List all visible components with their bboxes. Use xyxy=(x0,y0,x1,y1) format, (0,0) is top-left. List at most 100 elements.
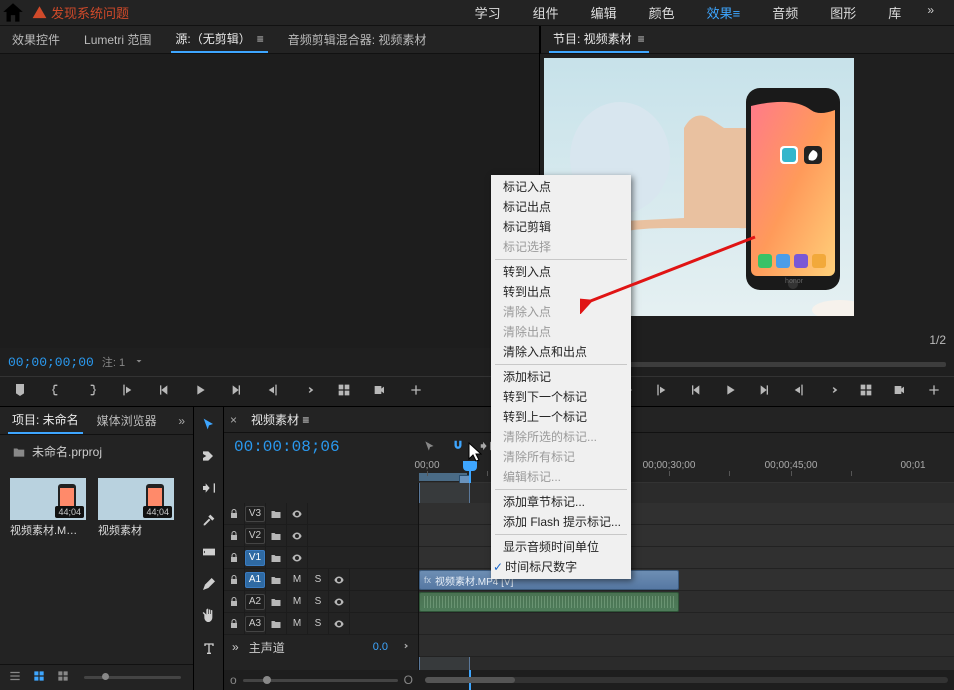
ctx-item-9[interactable]: 清除入点和出点 xyxy=(491,342,631,362)
track-v1[interactable]: V1 xyxy=(224,547,418,569)
track-v2[interactable]: V2 xyxy=(224,525,418,547)
lock-icon xyxy=(228,508,240,520)
ctx-item-15: 清除所有标记 xyxy=(491,447,631,467)
home-button[interactable] xyxy=(0,0,26,26)
add-marker-icon[interactable] xyxy=(12,382,28,401)
svg-text:honor: honor xyxy=(785,278,804,285)
source-timecode[interactable]: 00;00;00;00 xyxy=(8,355,94,370)
pg-step-fwd-icon[interactable] xyxy=(756,382,772,401)
pg-play-icon[interactable] xyxy=(722,382,738,401)
warning-text: 发现系统问题 xyxy=(51,3,129,22)
timeline-timecode[interactable]: 00:00:08;06 xyxy=(224,438,419,456)
tab-source[interactable]: 源:（无剪辑）≡ xyxy=(171,26,267,53)
timeline-hscroll[interactable] xyxy=(419,670,954,690)
pg-step-back-icon[interactable] xyxy=(688,382,704,401)
ctx-item-13[interactable]: 转到上一个标记 xyxy=(491,407,631,427)
tab-audio-mixer[interactable]: 音频剪辑混合器: 视频素材 xyxy=(284,27,431,52)
ctx-item-8: 清除出点 xyxy=(491,322,631,342)
type-tool[interactable] xyxy=(198,637,220,659)
track-a2[interactable]: A2 M S xyxy=(224,591,418,613)
play-icon[interactable] xyxy=(192,382,208,401)
selection-tool[interactable] xyxy=(198,413,220,435)
scale-down-icon xyxy=(133,355,145,370)
icon-view-icon[interactable] xyxy=(32,669,46,686)
pen-tool[interactable] xyxy=(198,573,220,595)
track-select-tool[interactable] xyxy=(198,445,220,467)
ws-audio[interactable]: 音频 xyxy=(756,0,814,28)
timeline-zoom[interactable]: oO xyxy=(224,670,419,690)
pg-lift-icon[interactable] xyxy=(824,382,840,401)
source-scale[interactable]: 注: 1 xyxy=(102,354,125,370)
list-view-icon[interactable] xyxy=(8,669,22,686)
track-a3[interactable]: A3 M S xyxy=(224,613,418,635)
ctx-item-1[interactable]: 标记出点 xyxy=(491,197,631,217)
fx-badge-icon: fx xyxy=(424,575,431,585)
pg-export-frame-icon[interactable] xyxy=(892,382,908,401)
tab-project[interactable]: 项目: 未命名 xyxy=(8,407,83,434)
go-out-icon[interactable] xyxy=(264,382,280,401)
ctx-item-19[interactable]: 添加 Flash 提示标记... xyxy=(491,512,631,532)
tab-lumetri[interactable]: Lumetri 范围 xyxy=(80,27,155,52)
snap-icon[interactable] xyxy=(451,439,465,456)
ctx-item-18[interactable]: 添加章节标记... xyxy=(491,492,631,512)
ctx-item-21[interactable]: 显示音频时间单位 xyxy=(491,537,631,557)
ripple-edit-tool[interactable] xyxy=(198,477,220,499)
project-file-row[interactable]: 未命名.prproj xyxy=(6,441,187,462)
tab-effect-controls[interactable]: 效果控件 xyxy=(8,27,64,52)
system-warning[interactable]: 发现系统问题 xyxy=(26,3,135,22)
workspace-menu: 学习 组件 编辑 颜色 效果≡ 音频 图形 库 » xyxy=(459,0,954,28)
pg-extract-icon[interactable] xyxy=(858,382,874,401)
bin-item-1[interactable]: 44;04 视频素材 xyxy=(98,478,174,538)
export-frame-icon[interactable] xyxy=(372,382,388,401)
audio-clip-a1[interactable] xyxy=(419,592,679,612)
bin-0-dur: 44;04 xyxy=(55,506,84,518)
ctx-item-0[interactable]: 标记入点 xyxy=(491,177,631,197)
insert-icon[interactable] xyxy=(300,382,316,401)
button-editor-icon[interactable] xyxy=(408,382,424,401)
ctx-item-12[interactable]: 转到下一个标记 xyxy=(491,387,631,407)
pg-button-editor-icon[interactable] xyxy=(926,382,942,401)
ctx-item-22[interactable]: 时间标尺数字 xyxy=(491,557,631,577)
step-back-icon[interactable] xyxy=(156,382,172,401)
tab-media-browser[interactable]: 媒体浏览器 xyxy=(93,408,161,433)
pg-go-out-icon[interactable] xyxy=(790,382,806,401)
project-overflow[interactable]: » xyxy=(178,414,185,428)
mark-in-icon[interactable] xyxy=(48,382,64,401)
hand-tool[interactable] xyxy=(198,605,220,627)
bin-item-0[interactable]: 44;04 视频素材.M… xyxy=(10,478,86,538)
ctx-item-16: 编辑标记... xyxy=(491,467,631,487)
warning-icon xyxy=(32,5,47,20)
tool-column xyxy=(194,407,224,690)
project-pane: 项目: 未命名 媒体浏览器 » 未命名.prproj 44;04 视频素材.M… xyxy=(0,407,194,690)
program-res[interactable]: 1/2 xyxy=(929,333,946,347)
mark-out-icon[interactable] xyxy=(84,382,100,401)
ws-learn[interactable]: 学习 xyxy=(459,0,517,28)
freeform-view-icon[interactable] xyxy=(56,669,70,686)
ws-assembly[interactable]: 组件 xyxy=(517,0,575,28)
razor-tool[interactable] xyxy=(198,509,220,531)
mouse-cursor-icon xyxy=(468,442,484,462)
source-transport xyxy=(0,376,539,406)
master-track[interactable]: »主声道 0.0 xyxy=(224,635,418,659)
go-in-icon[interactable] xyxy=(120,382,136,401)
slip-tool[interactable] xyxy=(198,541,220,563)
overwrite-icon[interactable] xyxy=(336,382,352,401)
pg-go-in-icon[interactable] xyxy=(654,382,670,401)
annotation-arrow xyxy=(580,232,760,314)
tab-program[interactable]: 节目: 视频素材≡ xyxy=(549,26,649,53)
ws-overflow[interactable]: » xyxy=(917,0,944,28)
ws-graphics[interactable]: 图形 xyxy=(814,0,872,28)
ws-library[interactable]: 库 xyxy=(872,0,917,28)
ws-color[interactable]: 颜色 xyxy=(633,0,691,28)
track-v3[interactable]: V3 xyxy=(224,503,418,525)
ws-editing[interactable]: 编辑 xyxy=(575,0,633,28)
track-headers: V3 V2 V1 A1 xyxy=(224,483,419,670)
source-pane: 效果控件 Lumetri 范围 源:（无剪辑）≡ 音频剪辑混合器: 视频素材 0… xyxy=(0,26,540,406)
bin-0-name: 视频素材.M… xyxy=(10,522,86,538)
ctx-item-11[interactable]: 添加标记 xyxy=(491,367,631,387)
insert-program-icon[interactable] xyxy=(423,439,437,456)
timeline-tab[interactable]: 视频素材 ≡ xyxy=(245,407,315,432)
ws-effects[interactable]: 效果≡ xyxy=(691,0,757,28)
step-fwd-icon[interactable] xyxy=(228,382,244,401)
track-a1[interactable]: A1 M S xyxy=(224,569,418,591)
